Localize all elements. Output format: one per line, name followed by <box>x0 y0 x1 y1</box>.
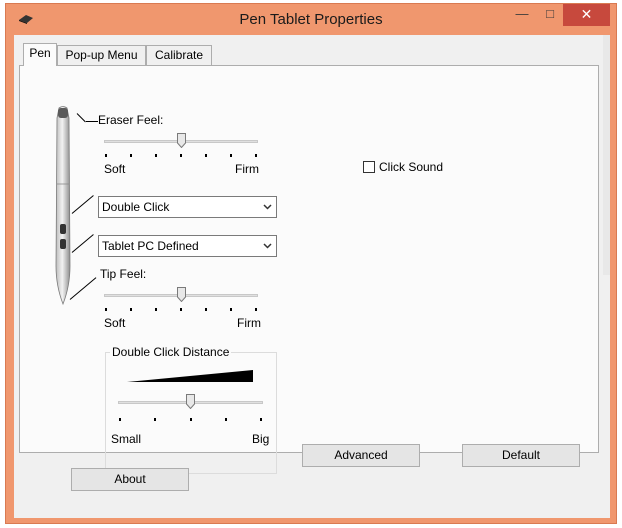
tab-popup-menu[interactable]: Pop-up Menu <box>57 45 146 65</box>
background-scrollbar <box>603 35 610 275</box>
tab-pen[interactable]: Pen <box>23 43 57 66</box>
pen-illustration <box>55 106 71 306</box>
slider-tick <box>255 308 257 311</box>
slider-tick <box>180 154 182 157</box>
distance-big-label: Big <box>252 432 270 446</box>
slider-tick <box>155 308 157 311</box>
eraser-leader-line <box>76 113 86 123</box>
tip-feel-label: Tip Feel: <box>100 267 147 281</box>
slider-tick <box>189 418 192 421</box>
close-button[interactable]: ✕ <box>563 4 610 26</box>
tip-firm-label: Firm <box>237 316 261 330</box>
maximize-button[interactable]: □ <box>537 4 563 26</box>
default-button[interactable]: Default <box>462 444 580 467</box>
tip-soft-label: Soft <box>104 316 126 330</box>
eraser-soft-label: Soft <box>104 162 126 176</box>
pen-tablet-properties-window: Pen Tablet Properties — □ ✕ Pen Pop-up M… <box>5 3 617 524</box>
title-bar[interactable]: Pen Tablet Properties — □ ✕ <box>6 4 616 34</box>
slider-tick <box>230 308 232 311</box>
minimize-button[interactable]: — <box>509 4 535 26</box>
double-click-distance-slider-thumb[interactable] <box>186 394 195 409</box>
slider-tick <box>130 308 132 311</box>
pen-tab-panel: Eraser Feel: Soft Firm Click Sound Doubl… <box>19 65 599 474</box>
slider-tick <box>224 418 227 421</box>
slider-tick <box>154 418 157 421</box>
slider-tick <box>255 154 257 157</box>
slider-tick <box>230 154 232 157</box>
slider-tick <box>105 154 107 157</box>
eraser-firm-label: Firm <box>235 162 259 176</box>
distance-wedge-graphic <box>127 370 253 382</box>
upper-side-button-select[interactable]: Double Click <box>98 196 277 218</box>
upper-side-button-value: Double Click <box>102 200 170 214</box>
slider-tick <box>260 418 262 421</box>
distance-small-label: Small <box>111 432 142 446</box>
eraser-feel-label: Eraser Feel: <box>98 113 164 127</box>
lower-side-button-value: Tablet PC Defined <box>102 239 199 253</box>
slider-tick <box>155 154 157 157</box>
slider-tick <box>205 154 207 157</box>
slider-tick <box>130 154 132 157</box>
double-click-distance-title: Double Click Distance <box>110 345 232 359</box>
tab-calibrate[interactable]: Calibrate <box>146 45 212 65</box>
eraser-feel-slider-thumb[interactable] <box>176 133 186 148</box>
slider-tick <box>205 308 207 311</box>
slider-tick <box>105 308 107 311</box>
tip-feel-slider-thumb[interactable] <box>176 287 186 302</box>
chevron-down-icon <box>263 243 272 249</box>
click-sound-label[interactable]: Click Sound <box>379 160 443 174</box>
slider-tick <box>119 418 121 421</box>
click-sound-checkbox[interactable] <box>363 161 375 173</box>
dialog-client-area: Pen Pop-up Menu Calibrate Eraser Feel: S… <box>14 35 610 518</box>
about-button[interactable]: About <box>71 468 189 491</box>
chevron-down-icon <box>263 204 272 210</box>
lower-side-button-select[interactable]: Tablet PC Defined <box>98 235 277 257</box>
slider-tick <box>180 308 182 311</box>
advanced-button[interactable]: Advanced <box>302 444 420 467</box>
eraser-leader-line-h <box>86 121 98 122</box>
